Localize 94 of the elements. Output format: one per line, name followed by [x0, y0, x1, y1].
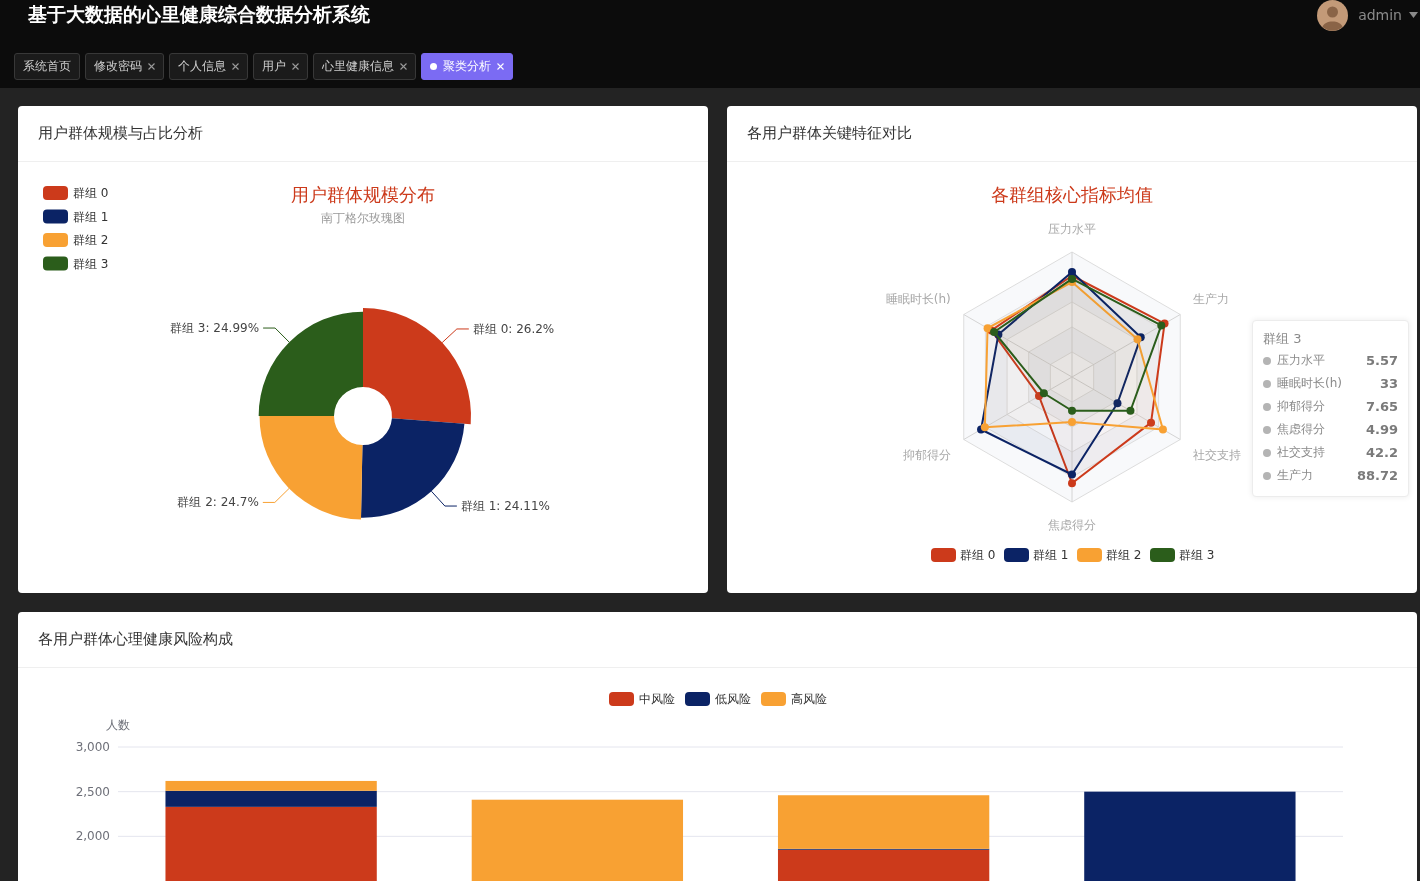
rose-slice[interactable]: [258, 311, 363, 416]
radar-point[interactable]: [1113, 399, 1122, 408]
axis-title: 人数: [106, 718, 130, 732]
legend-swatch-icon[interactable]: [43, 209, 68, 224]
legend-swatch-icon[interactable]: [1150, 548, 1175, 562]
legend-label[interactable]: 群组 1: [73, 209, 109, 224]
tooltip-value: 42.2: [1364, 445, 1398, 460]
chart-title: 用户群体规模分布: [291, 183, 435, 205]
close-icon[interactable]: [232, 63, 239, 70]
legend-swatch-icon[interactable]: [43, 233, 68, 247]
radar-point[interactable]: [1068, 470, 1076, 479]
close-icon[interactable]: [400, 63, 407, 70]
tooltip-value: 88.72: [1355, 468, 1398, 483]
slice-label: 群组 1: 24.11%: [460, 499, 550, 514]
caret-icon[interactable]: [1409, 12, 1418, 18]
chart-subtitle: 南丁格尔玫瑰图: [321, 211, 405, 225]
tooltip-label: 焦虑得分: [1277, 421, 1325, 438]
legend-swatch-icon[interactable]: [1077, 548, 1102, 562]
marker-dot-icon: [1263, 448, 1271, 457]
legend-label[interactable]: 群组 0: [73, 186, 109, 200]
marker-dot-icon: [1263, 379, 1271, 388]
tooltip-value: 4.99: [1364, 422, 1398, 437]
marker-dot-icon: [1263, 402, 1271, 411]
legend-swatch-icon[interactable]: [760, 692, 786, 706]
tooltip-label: 生产力: [1277, 467, 1313, 484]
legend-swatch-icon[interactable]: [608, 692, 634, 706]
app-title: 基于大数据的心里健康综合数据分析系统: [28, 2, 370, 27]
radar-point[interactable]: [1039, 389, 1048, 398]
slice-label: 群组 0: 26.2%: [472, 321, 555, 336]
username-label[interactable]: admin: [1358, 7, 1402, 23]
marker-dot-icon: [1263, 471, 1271, 480]
tick-label: 2,000: [75, 829, 110, 844]
legend-label[interactable]: 群组 3: [73, 256, 109, 271]
chart-title: 各群组核心指标均值: [991, 183, 1153, 205]
marker-dot-icon: [1263, 356, 1271, 365]
leader-line: [430, 490, 458, 507]
radar-point[interactable]: [1133, 335, 1142, 344]
axis-label: 生产力: [1193, 292, 1230, 306]
radar-point[interactable]: [1157, 321, 1166, 330]
axis-label: 焦虑得分: [1048, 518, 1096, 532]
card-title: 各用户群体心理健康风险构成: [38, 630, 233, 649]
axis-label: 社交支持: [1193, 448, 1242, 462]
slice-label: 群组 3: 24.99%: [170, 321, 260, 336]
tooltip-value: 7.65: [1364, 399, 1398, 414]
radar-point[interactable]: [1068, 268, 1076, 276]
radar-line[interactable]: [993, 277, 1163, 412]
tab[interactable]: 修改密码: [85, 53, 164, 80]
tick-label: 3,000: [75, 740, 110, 754]
legend-label[interactable]: 低风险: [714, 690, 751, 708]
tab[interactable]: 系统首页: [14, 53, 80, 80]
legend-label[interactable]: 群组 1: [1033, 548, 1069, 562]
tick-label: 2,500: [75, 784, 110, 799]
dot-icon: [430, 63, 437, 70]
slice-label: 群组 2: 24.7%: [177, 495, 259, 510]
legend-label[interactable]: 群组 0: [960, 548, 996, 562]
radar-point[interactable]: [990, 328, 999, 336]
tooltip-value: 33: [1378, 376, 1398, 391]
legend-label[interactable]: 高风险: [790, 690, 827, 708]
tooltip-label: 压力水平: [1277, 352, 1325, 369]
tooltip-value: 5.57: [1364, 353, 1398, 368]
legend-swatch-icon[interactable]: [684, 692, 710, 706]
tooltip-title: 群组 3: [1263, 330, 1303, 348]
tab[interactable]: 聚类分析: [421, 53, 513, 80]
leader-line: [441, 328, 470, 344]
tab[interactable]: 心里健康信息: [313, 53, 416, 80]
card-title: 用户群体规模与占比分析: [38, 124, 203, 143]
card-title: 各用户群体关键特征对比: [747, 124, 912, 143]
leader-line: [262, 327, 290, 343]
leader-line: [262, 487, 290, 503]
legend-label[interactable]: 群组 2: [73, 233, 109, 247]
legend-swatch-icon[interactable]: [931, 548, 956, 562]
legend-label[interactable]: 群组 3: [1179, 548, 1215, 562]
tab[interactable]: 个人信息: [169, 53, 248, 80]
close-icon[interactable]: [292, 63, 299, 70]
radar-point[interactable]: [1126, 406, 1135, 415]
legend-swatch-icon[interactable]: [43, 186, 68, 200]
close-icon[interactable]: [148, 63, 155, 70]
tooltip-label: 抑郁得分: [1277, 398, 1325, 415]
radar-point[interactable]: [1068, 406, 1076, 415]
tab[interactable]: 用户: [253, 53, 308, 80]
radar-point[interactable]: [980, 423, 989, 432]
avatar-icon[interactable]: [1317, 0, 1349, 31]
legend-label[interactable]: 群组 2: [1106, 548, 1142, 562]
tooltip-label: 社交支持: [1277, 444, 1325, 461]
radar-point[interactable]: [983, 324, 992, 333]
tooltip-label: 睡眠时长(h): [1277, 375, 1342, 392]
axis-label: 抑郁得分: [902, 448, 951, 462]
marker-dot-icon: [1263, 425, 1271, 434]
rose-slice[interactable]: [363, 308, 471, 425]
legend-label[interactable]: 中风险: [638, 690, 675, 708]
axis-label: 压力水平: [1048, 222, 1096, 236]
legend-swatch-icon[interactable]: [43, 256, 68, 271]
legend-swatch-icon[interactable]: [1004, 548, 1029, 562]
axis-label: 睡眠时长(h): [885, 292, 951, 306]
